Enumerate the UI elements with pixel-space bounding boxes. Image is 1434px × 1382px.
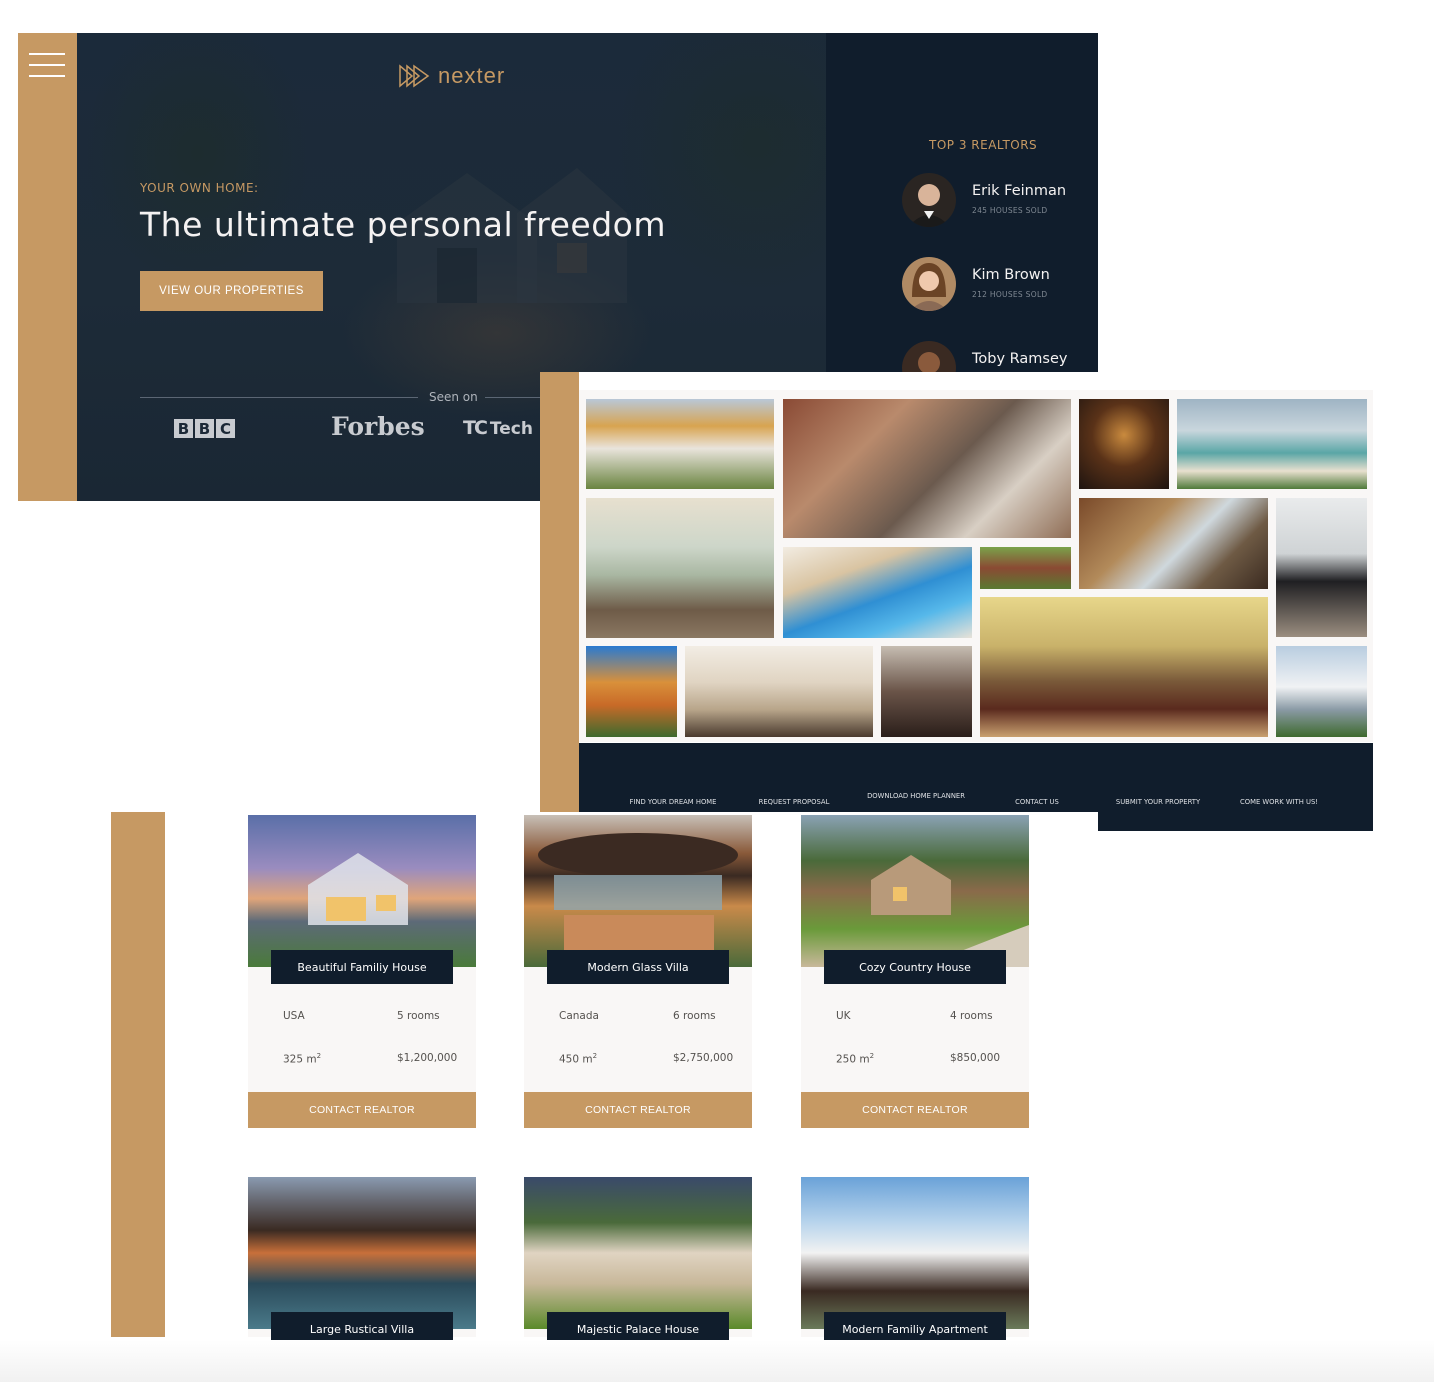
home-card: Large Rustical Villa	[248, 1177, 476, 1346]
home-price: $2,750,000	[673, 1052, 734, 1064]
home-area: 325 m2	[283, 1052, 321, 1066]
techcrunch-mark-icon: TC	[463, 417, 488, 439]
home-rooms: 6 rooms	[673, 1010, 716, 1022]
gallery-image[interactable]	[783, 399, 1071, 538]
footer-link[interactable]: CONTACT US	[982, 797, 1092, 807]
contact-realtor-button[interactable]: CONTACT REALTOR	[524, 1092, 752, 1128]
gallery-image[interactable]	[586, 399, 774, 489]
seen-on-label: Seen on	[429, 390, 478, 404]
footer-link[interactable]: COME WORK WITH US!	[1224, 797, 1334, 807]
home-area-value: 250 m	[836, 1053, 870, 1066]
home-name: Modern Glass Villa	[547, 950, 729, 984]
home-rooms: 4 rooms	[950, 1010, 993, 1022]
home-price: $850,000	[950, 1052, 1001, 1064]
gallery-image[interactable]	[685, 646, 873, 737]
area-unit-sup: 2	[316, 1052, 322, 1060]
bbc-letter: B	[174, 419, 193, 438]
home-location: Canada	[559, 1010, 599, 1022]
logo-text: nexter	[438, 63, 506, 88]
page-bottom-fade	[0, 1340, 1434, 1382]
view-properties-button[interactable]: VIEW OUR PROPERTIES	[140, 271, 323, 311]
homes-sidebar	[111, 812, 165, 1337]
avatar	[902, 257, 956, 311]
home-image[interactable]	[801, 815, 1029, 967]
home-card: Modern Glass Villa Canada 6 rooms 450 m2…	[524, 815, 752, 1128]
home-card: Majestic Palace House	[524, 1177, 752, 1346]
home-area: 250 m2	[836, 1052, 874, 1066]
home-name: Cozy Country House	[824, 950, 1006, 984]
bbc-letter: B	[195, 419, 214, 438]
home-image[interactable]	[248, 815, 476, 967]
home-name: Beautiful Familiy House	[271, 950, 453, 984]
gallery-image[interactable]	[783, 547, 972, 638]
home-image[interactable]	[524, 815, 752, 967]
home-area-value: 325 m	[283, 1053, 317, 1066]
forbes-logo: Forbes	[331, 412, 425, 441]
bbc-letter: C	[216, 419, 235, 438]
footer-link[interactable]: REQUEST PROPOSAL	[739, 797, 849, 807]
footer-link[interactable]: FIND YOUR DREAM HOME	[618, 797, 728, 807]
bbc-logo: B B C	[174, 419, 235, 438]
divider-left	[140, 397, 418, 398]
contact-realtor-button[interactable]: CONTACT REALTOR	[248, 1092, 476, 1128]
nexter-logo[interactable]: nexter	[398, 61, 505, 91]
realtor-sold: 212 HOUSES SOLD	[972, 290, 1048, 299]
gallery-image[interactable]	[586, 646, 677, 737]
gallery-image[interactable]	[1079, 498, 1268, 589]
home-image[interactable]	[524, 1177, 752, 1329]
gallery-image[interactable]	[1276, 498, 1367, 637]
realtor-item[interactable]: Kim Brown 212 HOUSES SOLD	[902, 257, 1092, 317]
techcrunch-logo: TC Tech	[463, 417, 533, 439]
contact-realtor-button[interactable]: CONTACT REALTOR	[801, 1092, 1029, 1128]
realtor-name: Kim Brown	[972, 267, 1050, 283]
gallery-image[interactable]	[881, 646, 972, 737]
hero-sidebar	[18, 33, 77, 501]
realtor-sold: 245 HOUSES SOLD	[972, 206, 1048, 215]
footer-link[interactable]: SUBMIT YOUR PROPERTY	[1103, 797, 1213, 807]
hamburger-menu-icon[interactable]	[29, 53, 65, 77]
gallery-section: FIND YOUR DREAM HOME REQUEST PROPOSAL DO…	[540, 372, 1373, 812]
realtor-name: Erik Feinman	[972, 183, 1067, 199]
footer-link[interactable]: DOWNLOAD HOME PLANNER	[861, 791, 971, 801]
techcrunch-text: Tech	[489, 419, 533, 439]
realtor-item[interactable]: Erik Feinman 245 HOUSES SOLD	[902, 173, 1092, 233]
area-unit-sup: 2	[869, 1052, 875, 1060]
gallery-image[interactable]	[1276, 646, 1367, 737]
home-card: Cozy Country House UK 4 rooms 250 m2 $85…	[801, 815, 1029, 1128]
gallery-image[interactable]	[980, 597, 1268, 737]
gallery-image[interactable]	[586, 498, 774, 638]
home-card: Beautiful Familiy House USA 5 rooms 325 …	[248, 815, 476, 1128]
home-card: Modern Familiy Apartment	[801, 1177, 1029, 1346]
home-area-value: 450 m	[559, 1053, 593, 1066]
top-realtors-title: TOP 3 REALTORS	[929, 138, 1038, 152]
gallery-image[interactable]	[1177, 399, 1367, 489]
area-unit-sup: 2	[592, 1052, 598, 1060]
hero-headline: The ultimate personal freedom	[140, 205, 666, 244]
home-image[interactable]	[801, 1177, 1029, 1329]
home-location: UK	[836, 1010, 851, 1022]
realtor-name: Toby Ramsey	[972, 351, 1068, 367]
home-location: USA	[283, 1010, 305, 1022]
gallery-image[interactable]	[980, 547, 1071, 589]
home-price: $1,200,000	[397, 1052, 458, 1064]
gallery-image[interactable]	[1079, 399, 1169, 489]
hero-eyebrow: YOUR OWN HOME:	[140, 181, 259, 195]
site-footer: FIND YOUR DREAM HOME REQUEST PROPOSAL DO…	[579, 743, 1373, 812]
home-area: 450 m2	[559, 1052, 597, 1066]
home-rooms: 5 rooms	[397, 1010, 440, 1022]
nexter-logo-icon	[399, 64, 430, 88]
footer-extension	[1098, 810, 1373, 831]
gallery-sidebar	[540, 372, 579, 812]
avatar	[902, 173, 956, 227]
home-image[interactable]	[248, 1177, 476, 1329]
